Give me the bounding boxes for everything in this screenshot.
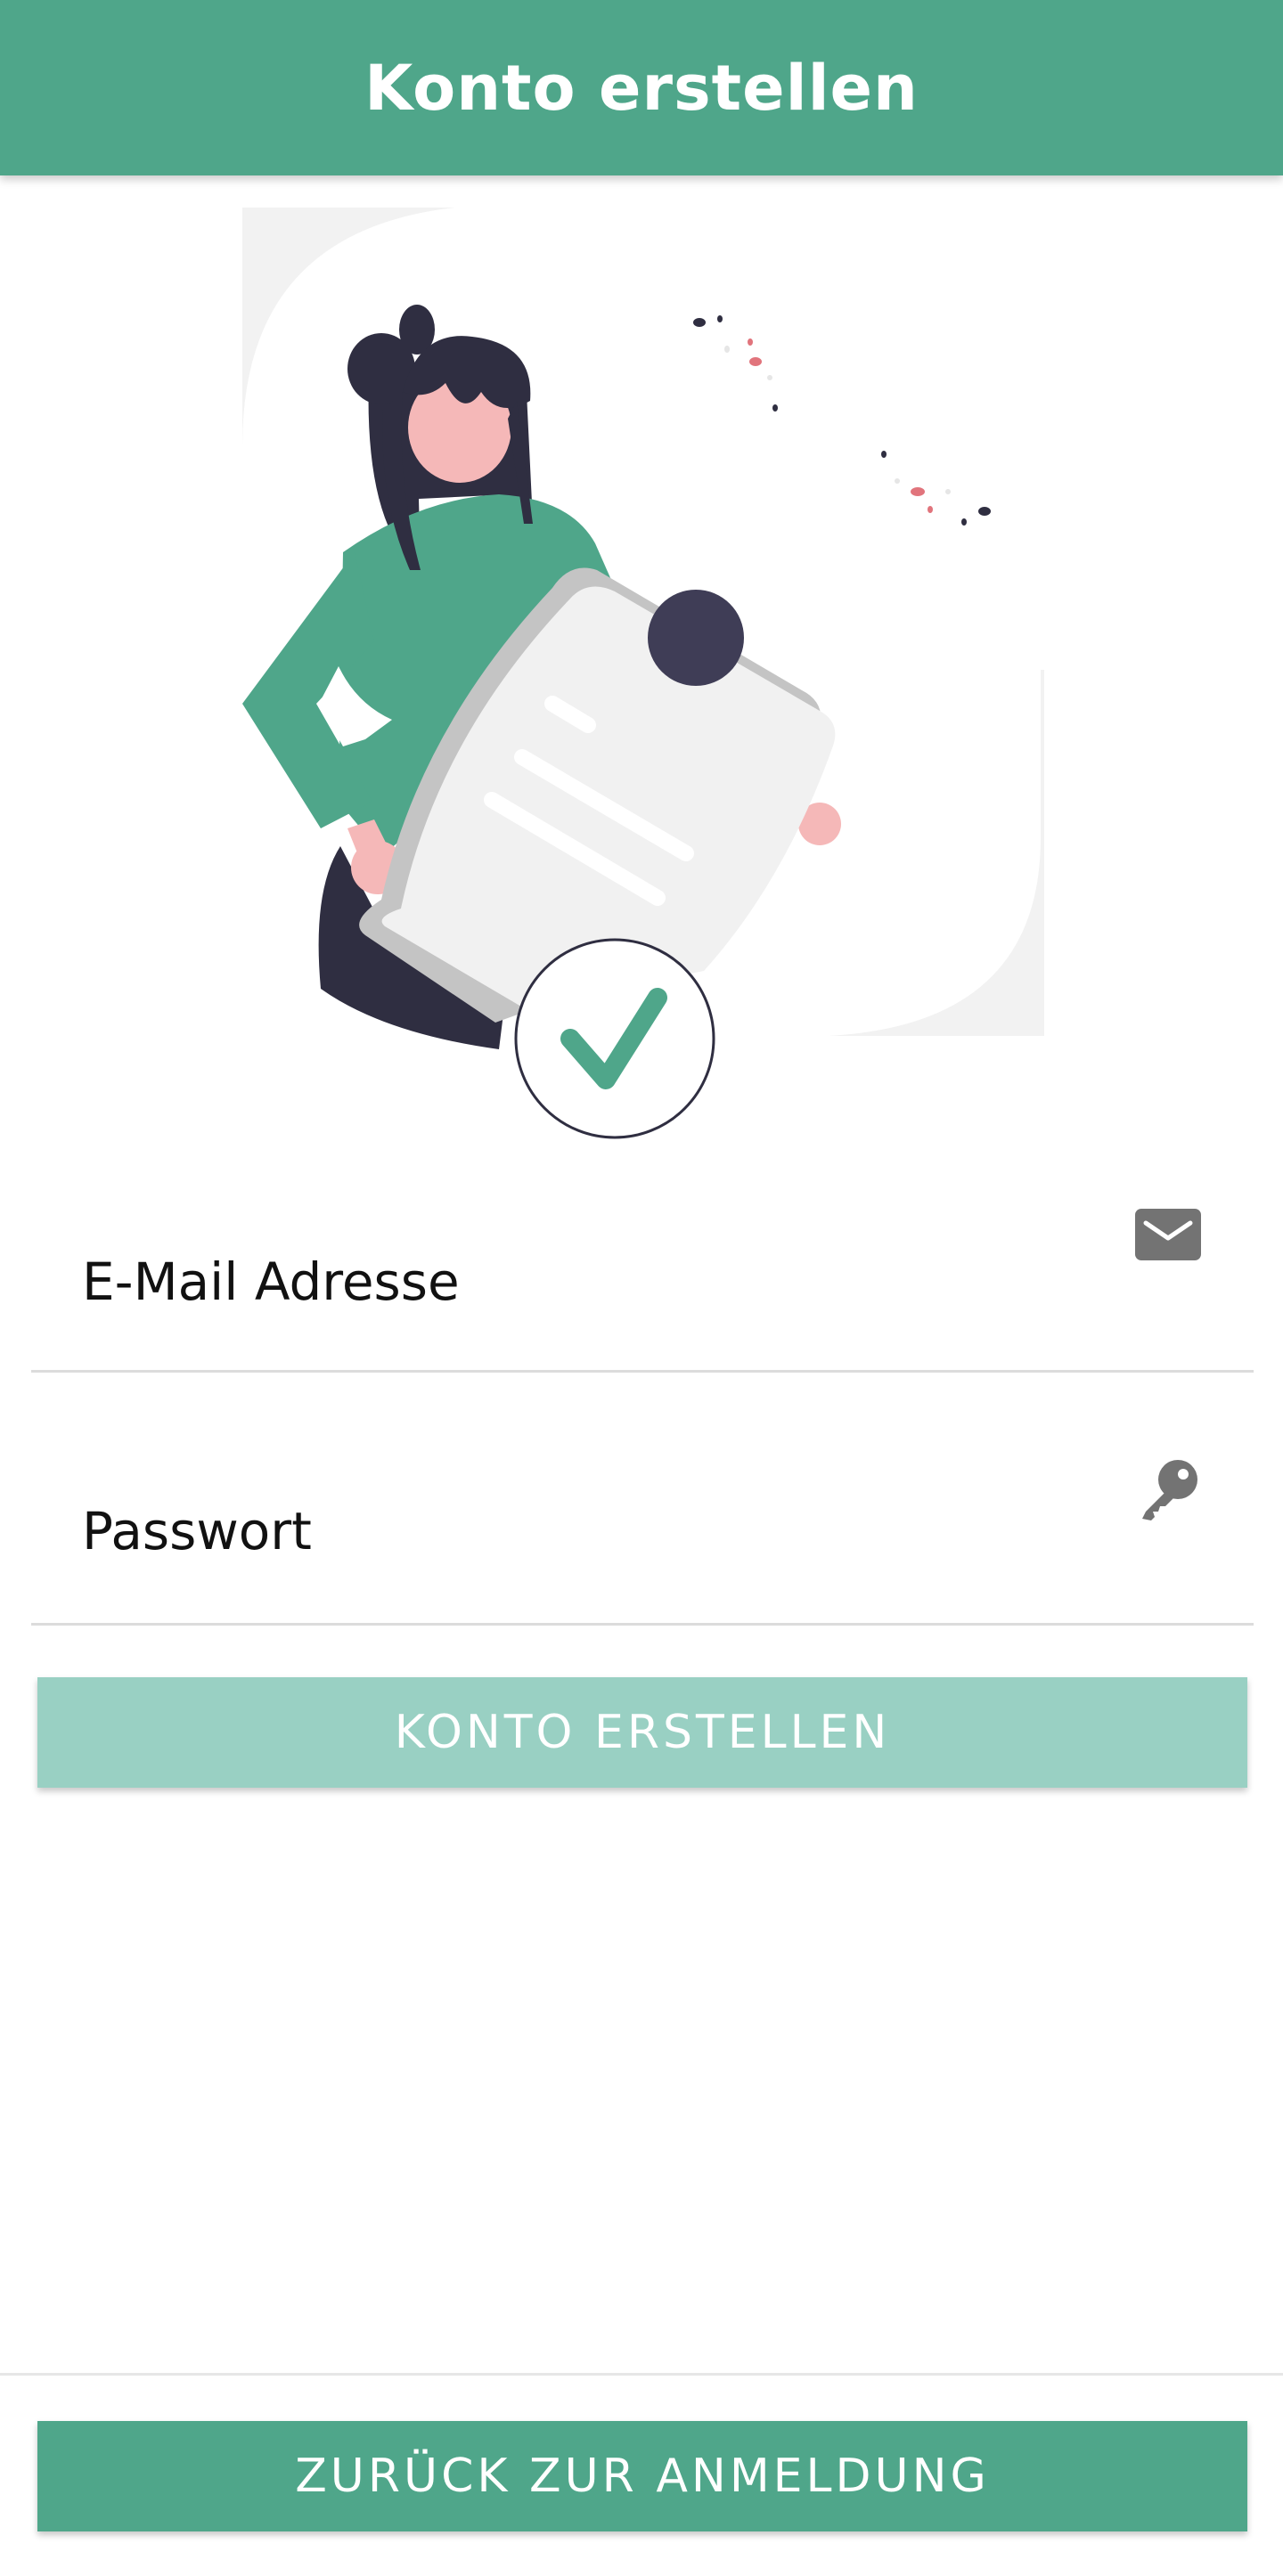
back-to-login-button[interactable]: ZURÜCK ZUR ANMELDUNG [37,2421,1247,2531]
back-to-login-button-label: ZURÜCK ZUR ANMELDUNG [295,2450,990,2503]
bottom-bar: ZURÜCK ZUR ANMELDUNG [0,2373,1283,2576]
create-account-button[interactable]: KONTO ERSTELLEN [37,1677,1247,1788]
email-field[interactable]: E-Mail Adresse [31,1162,1254,1373]
create-account-button-label: KONTO ERSTELLEN [394,1706,891,1759]
password-label: Passwort [82,1501,312,1561]
page-title: Konto erstellen [364,51,919,125]
email-label: E-Mail Adresse [82,1251,460,1312]
envelope-icon [1133,1200,1205,1271]
password-field[interactable]: Passwort [31,1415,1254,1626]
key-icon [1133,1453,1205,1524]
account-created-illustration [233,205,1053,1149]
app-bar: Konto erstellen [0,0,1283,175]
